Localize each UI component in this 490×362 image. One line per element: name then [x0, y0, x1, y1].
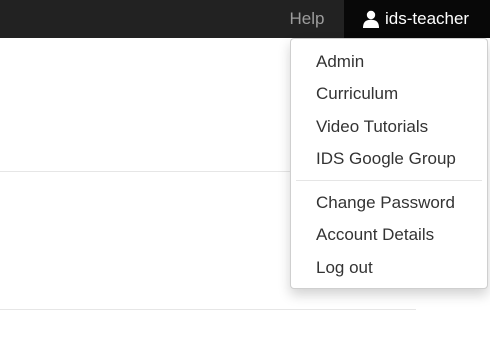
user-icon — [363, 10, 379, 28]
username-label: ids-teacher — [385, 9, 470, 28]
menu-item-admin[interactable]: Admin — [316, 52, 364, 72]
content-divider — [0, 309, 416, 310]
menu-item-account-details[interactable]: Account Details — [316, 225, 434, 245]
menu-item-log-out[interactable]: Log out — [316, 258, 373, 278]
menu-item-curriculum[interactable]: Curriculum — [316, 84, 398, 104]
user-dropdown-menu: Admin Curriculum Video Tutorials IDS Goo… — [290, 38, 488, 289]
top-navbar: Help ids-teacher — [0, 0, 490, 38]
help-link[interactable]: Help — [276, 0, 338, 38]
menu-item-change-password[interactable]: Change Password — [316, 193, 455, 213]
menu-divider — [296, 180, 482, 181]
content-divider — [0, 171, 300, 172]
user-menu-toggle[interactable]: ids-teacher — [344, 0, 490, 38]
menu-item-video-tutorials[interactable]: Video Tutorials — [316, 117, 428, 137]
menu-item-ids-google-group[interactable]: IDS Google Group — [316, 149, 456, 169]
